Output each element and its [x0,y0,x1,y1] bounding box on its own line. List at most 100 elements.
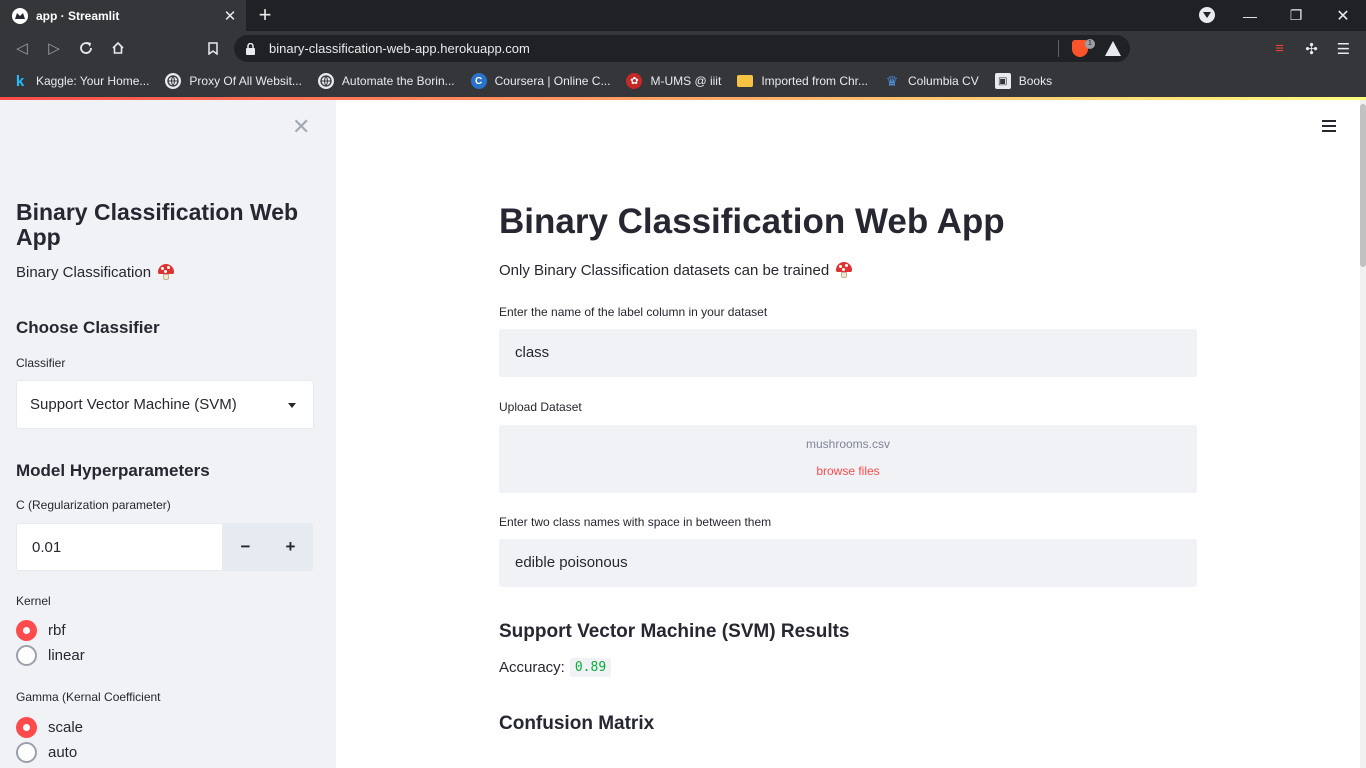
bookmark-item-imported[interactable]: Imported from Chr... [737,74,868,88]
browse-files-link[interactable]: browse files [499,464,1197,478]
brave-rewards-icon[interactable] [1105,41,1121,56]
page-title: Binary Classification Web App [499,202,1005,241]
main-content: Binary Classification Web App Only Binar… [336,100,1366,768]
increment-button[interactable]: + [268,523,313,571]
bookmark-label: Books [1018,74,1053,88]
accuracy-line: Accuracy: 0.89 [499,658,612,677]
extensions-puzzle-icon[interactable]: ✣ [1303,40,1320,58]
browser-tabstrip: app · Streamlit ✕ + — ❐ ✕ [0,0,1366,31]
bookmark-item-mums[interactable]: ✿ M-UMS @ iiit [626,73,721,89]
bookmark-icon[interactable] [199,31,227,65]
page-subtitle: Only Binary Classification datasets can … [499,261,853,279]
sidebar-title: Binary Classification Web App [16,199,299,250]
radio-selected-icon [16,717,37,738]
todoist-extension-icon[interactable]: ≡ [1271,40,1288,57]
tab-title: app · Streamlit [36,8,120,23]
kaggle-icon: k [15,72,25,90]
uploaded-filename: mushrooms.csv [805,437,891,451]
hamburger-menu-icon[interactable] [1322,120,1338,134]
minimize-icon[interactable]: — [1227,0,1273,31]
radio-label: linear [48,647,85,664]
window-close-icon[interactable]: ✕ [1320,0,1366,31]
bookmark-item-kaggle[interactable]: k Kaggle: Your Home... [12,72,150,90]
gamma-option-scale[interactable]: scale [16,717,83,738]
back-icon[interactable]: ◁ [8,31,36,65]
lock-icon [246,42,255,55]
radio-unselected-icon [16,645,37,666]
choose-classifier-heading: Choose Classifier [16,318,160,337]
browser-toolbar: ◁ ▷ binary-classification-web-app.heroku… [0,31,1366,65]
mushroom-icon [157,263,175,281]
hyperparameters-heading: Model Hyperparameters [16,461,210,480]
classifier-select[interactable]: Support Vector Machine (SVM) [16,380,314,429]
radio-label: rbf [48,622,66,639]
gamma-option-auto[interactable]: auto [16,742,77,763]
url-text: binary-classification-web-app.herokuapp.… [269,41,530,56]
bookmark-item-automate[interactable]: Automate the Borin... [317,73,455,89]
omnibox-separator [1058,40,1059,57]
accuracy-value: 0.89 [569,658,612,677]
bookmarks-bar: k Kaggle: Your Home... Proxy Of All Webs… [0,65,1366,97]
kernel-label: Kernel [16,594,51,608]
label-column-input[interactable]: class [499,329,1197,377]
classifier-label: Classifier [16,356,66,370]
radio-unselected-icon [16,742,37,763]
c-param-input[interactable]: 0.01 [16,523,223,571]
label-column-value: class [515,344,550,361]
kernel-option-rbf[interactable]: rbf [16,620,66,641]
bookmark-label: M-UMS @ iiit [650,74,722,88]
bookmark-item-coursera[interactable]: C Coursera | Online C... [470,73,611,89]
results-heading: Support Vector Machine (SVM) Results [499,621,850,642]
scrollbar-thumb[interactable] [1360,104,1366,267]
folder-icon [737,75,754,87]
c-param-value: 0.01 [32,539,62,556]
classifier-value: Support Vector Machine (SVM) [30,396,237,413]
bookmark-item-books[interactable]: ▣ Books [994,73,1053,89]
kernel-option-linear[interactable]: linear [16,645,85,666]
radio-label: scale [48,719,84,736]
bookmark-label: Coursera | Online C... [494,74,611,88]
books-icon: ▣ [994,73,1011,89]
restore-icon[interactable]: ❐ [1273,0,1319,31]
coursera-icon: C [470,73,487,89]
decrement-button[interactable]: − [223,523,268,571]
class-names-input[interactable]: edible poisonous [499,539,1197,587]
globe-icon [165,73,182,89]
class-names-label: Enter two class names with space in betw… [499,515,772,529]
bookmark-label: Imported from Chr... [761,74,869,88]
confusion-matrix-heading: Confusion Matrix [499,713,655,734]
file-uploader-dropzone[interactable]: mushrooms.csv browse files [499,425,1197,493]
page-scrollbar[interactable] [1360,100,1366,768]
globe-icon [317,73,334,89]
accuracy-label: Accuracy: [499,659,565,676]
reload-icon[interactable] [72,31,100,65]
bookmark-label: Kaggle: Your Home... [36,74,150,88]
tab-close-icon[interactable]: ✕ [220,7,240,25]
columbia-crown-icon: ♛ [885,72,899,89]
radio-selected-icon [16,620,37,641]
browser-tab[interactable]: app · Streamlit ✕ [0,0,246,31]
class-names-value: edible poisonous [515,554,628,571]
address-bar[interactable]: binary-classification-web-app.herokuapp.… [234,35,1130,62]
tab-search-icon[interactable] [1199,7,1215,23]
sidebar-subtitle: Binary Classification [16,263,175,281]
brave-badge: 1 [1085,39,1095,49]
sidebar-subtitle-text: Binary Classification [16,263,152,281]
mums-icon: ✿ [626,73,643,89]
sidebar-close-icon[interactable]: ✕ [292,116,310,138]
browser-menu-icon[interactable]: ☰ [1335,40,1352,58]
label-column-label: Enter the name of the label column in yo… [499,305,768,319]
home-icon[interactable] [104,31,132,65]
page-subtitle-text: Only Binary Classification datasets can … [499,261,830,279]
bookmark-label: Columbia CV [908,74,979,88]
mushroom-icon [835,261,853,279]
radio-label: auto [48,744,78,761]
sidebar: ✕ Binary Classification Web App Binary C… [0,100,336,768]
upload-dataset-label: Upload Dataset [499,400,582,414]
bookmark-item-proxy[interactable]: Proxy Of All Websit... [165,73,302,89]
new-tab-icon[interactable]: + [254,3,276,27]
streamlit-favicon-icon [12,7,28,24]
c-param-label: C (Regularization parameter) [16,498,171,512]
forward-icon[interactable]: ▷ [40,31,68,65]
bookmark-item-columbia[interactable]: ♛ Columbia CV [884,73,979,89]
